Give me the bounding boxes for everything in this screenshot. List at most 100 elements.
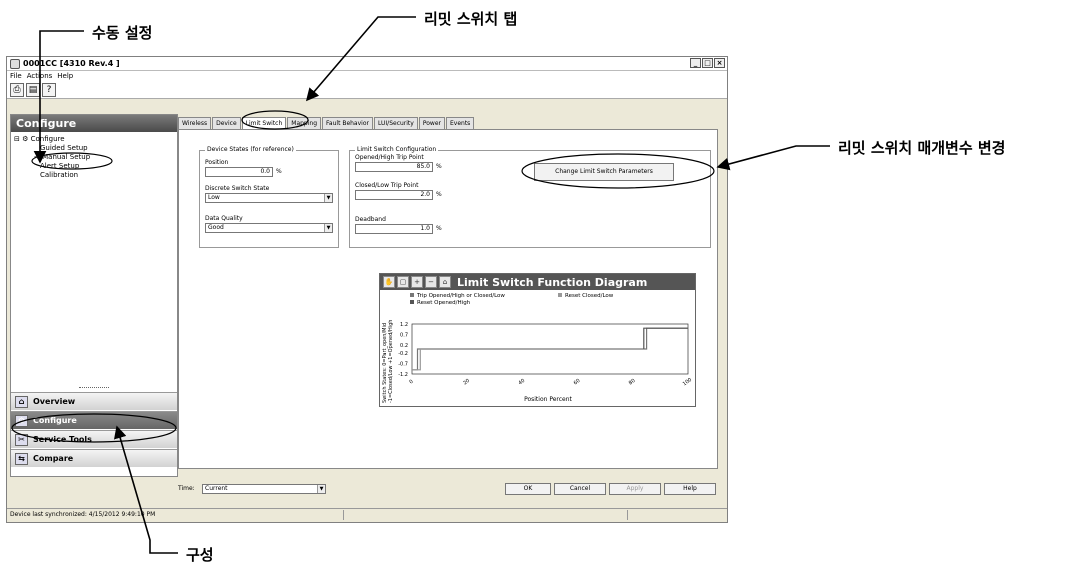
callout-manual-setup: 수동 설정 — [92, 24, 153, 42]
ok-button[interactable]: OK — [505, 483, 551, 495]
context-help-icon[interactable]: ? — [42, 83, 56, 97]
document-icon[interactable]: ▤ — [26, 83, 40, 97]
x-tick-label: 100 — [682, 377, 693, 387]
bottom-bar: Time: Current ▼ OK Cancel Apply Help — [178, 482, 727, 496]
chevron-down-icon: ▼ — [324, 194, 332, 202]
limit-config-label: Limit Switch Configuration — [355, 146, 439, 154]
opened-trip-field[interactable]: 85.0 — [355, 162, 433, 172]
nav-overview[interactable]: ⌂ Overview — [11, 392, 177, 410]
legend-entry: Reset Opened/High — [417, 300, 471, 306]
legend-swatch — [558, 293, 562, 297]
callout-change-params: 리밋 스위치 매개변수 변경 — [838, 139, 1006, 157]
toolbar: ⎙ ▤ ? — [7, 81, 727, 99]
menu-file[interactable]: File — [10, 71, 22, 81]
opened-trip-label: Opened/High Trip Point — [355, 154, 424, 161]
tree-item-manual-setup[interactable]: ➔ Manual Setup — [14, 153, 177, 162]
closed-trip-unit: % — [436, 191, 442, 198]
limit-switch-panel: Device States (for reference) Position 0… — [178, 129, 718, 469]
help-button[interactable]: Help — [664, 483, 716, 495]
close-button[interactable]: × — [714, 58, 725, 68]
data-quality-label: Data Quality — [205, 215, 243, 222]
content-area: Wireless Device Limit Switch Mapping Fau… — [178, 114, 727, 477]
deadband-field[interactable]: 1.0 — [355, 224, 433, 234]
menu-bar: File Actions Help — [7, 71, 727, 81]
device-states-group: Device States (for reference) Position 0… — [199, 146, 339, 248]
legend-entry: Reset Closed/Low — [565, 293, 614, 299]
chevron-down-icon: ▼ — [324, 224, 332, 232]
y-tick-label: 0.2 — [400, 343, 408, 349]
minimize-button[interactable]: _ — [690, 58, 701, 68]
legend-swatch — [410, 293, 414, 297]
leader-change-params — [716, 145, 830, 171]
legend-swatch — [410, 300, 414, 304]
collapse-icon[interactable]: ⊟ — [14, 135, 20, 143]
left-pane: Configure ⊟ ⚙ Configure Guided Setup ➔ M… — [10, 114, 178, 477]
tab-fault-behavior[interactable]: Fault Behavior — [322, 117, 373, 129]
legend-entry: Trip Opened/High or Closed/Low — [416, 293, 505, 299]
arrow-icon: ➔ — [34, 153, 40, 161]
x-axis-label: Position Percent — [524, 396, 572, 403]
tab-wireless[interactable]: Wireless — [178, 117, 212, 129]
discrete-state-select: Low ▼ — [205, 193, 333, 203]
y-tick-label: 0.7 — [400, 332, 408, 338]
chart-plot: Switch States: 0=Part_open/Mid -1=Closed… — [382, 293, 693, 403]
apply-button[interactable]: Apply — [609, 483, 661, 495]
callout-limit-switch-tab: 리밋 스위치 탭 — [424, 10, 518, 28]
menu-help[interactable]: Help — [57, 71, 73, 81]
cancel-button[interactable]: Cancel — [554, 483, 606, 495]
app-window: 0001CC [4310 Rev.4 ] _ □ × File Actions … — [6, 56, 728, 523]
y-tick-label: 1.2 — [400, 322, 408, 328]
position-label: Position — [205, 159, 229, 166]
tree-root[interactable]: ⊟ ⚙ Configure — [14, 135, 177, 144]
tab-events[interactable]: Events — [445, 117, 475, 129]
maximize-button[interactable]: □ — [702, 58, 713, 68]
opened-trip-unit: % — [436, 163, 442, 170]
x-tick-label: 40 — [517, 378, 526, 387]
gear-icon: ⚙ — [22, 135, 29, 143]
tree-item-guided-setup[interactable]: Guided Setup — [14, 144, 177, 153]
closed-trip-label: Closed/Low Trip Point — [355, 182, 419, 189]
zoom-in-icon[interactable]: + — [411, 276, 423, 288]
closed-trip-field[interactable]: 2.0 — [355, 190, 433, 200]
chart-header: ✋ ▢ + − ⌂ Limit Switch Function Diagram — [380, 274, 695, 290]
tree-item-calibration[interactable]: Calibration — [14, 171, 177, 180]
menu-actions[interactable]: Actions — [27, 71, 53, 81]
nav-configure[interactable]: ⚙ Configure — [11, 411, 177, 429]
nav-compare[interactable]: ⇆ Compare — [11, 449, 177, 467]
tab-limit-switch[interactable]: Limit Switch — [241, 117, 287, 129]
tab-lui-security[interactable]: LUI/Security — [373, 117, 418, 129]
deadband-unit: % — [436, 225, 442, 232]
limit-switch-chart: ✋ ▢ + − ⌂ Limit Switch Function Diagram … — [379, 273, 696, 407]
tab-power[interactable]: Power — [418, 117, 445, 129]
overview-icon: ⌂ — [15, 396, 28, 408]
discrete-state-label: Discrete Switch State — [205, 185, 270, 192]
splitter-handle[interactable] — [79, 387, 109, 389]
position-field: 0.0 — [205, 167, 273, 177]
configure-icon: ⚙ — [15, 415, 28, 427]
y-tick-label: -1.2 — [398, 372, 408, 378]
change-limit-switch-button[interactable]: Change Limit Switch Parameters — [534, 163, 674, 181]
config-tree: ⊟ ⚙ Configure Guided Setup ➔ Manual Setu… — [11, 132, 177, 180]
compare-icon: ⇆ — [15, 453, 28, 465]
tab-device[interactable]: Device — [212, 117, 241, 129]
zoom-out-icon[interactable]: − — [425, 276, 437, 288]
position-unit: % — [276, 168, 282, 175]
x-tick-label: 20 — [462, 378, 471, 387]
reset-icon[interactable]: ⌂ — [439, 276, 451, 288]
tree-item-alert-setup[interactable]: Alert Setup — [14, 162, 177, 171]
tab-mapping[interactable]: Mapping — [287, 117, 322, 129]
y-tick-label: -0.2 — [398, 351, 408, 357]
print-icon[interactable]: ⎙ — [10, 83, 24, 97]
sync-status: Device last synchronized: 4/15/2012 9:49… — [10, 511, 156, 518]
nav-service-tools[interactable]: ✂ Service Tools — [11, 430, 177, 448]
window-title: 0001CC [4310 Rev.4 ] — [23, 59, 120, 68]
time-select[interactable]: Current ▼ — [202, 484, 326, 494]
pan-icon[interactable]: ✋ — [383, 276, 395, 288]
zoom-box-icon[interactable]: ▢ — [397, 276, 409, 288]
left-pane-header: Configure — [11, 115, 177, 132]
time-label: Time: — [178, 485, 195, 492]
tools-icon: ✂ — [15, 434, 28, 446]
callout-configure: 구성 — [186, 546, 214, 564]
x-tick-label: 80 — [628, 378, 637, 387]
data-quality-select: Good ▼ — [205, 223, 333, 233]
